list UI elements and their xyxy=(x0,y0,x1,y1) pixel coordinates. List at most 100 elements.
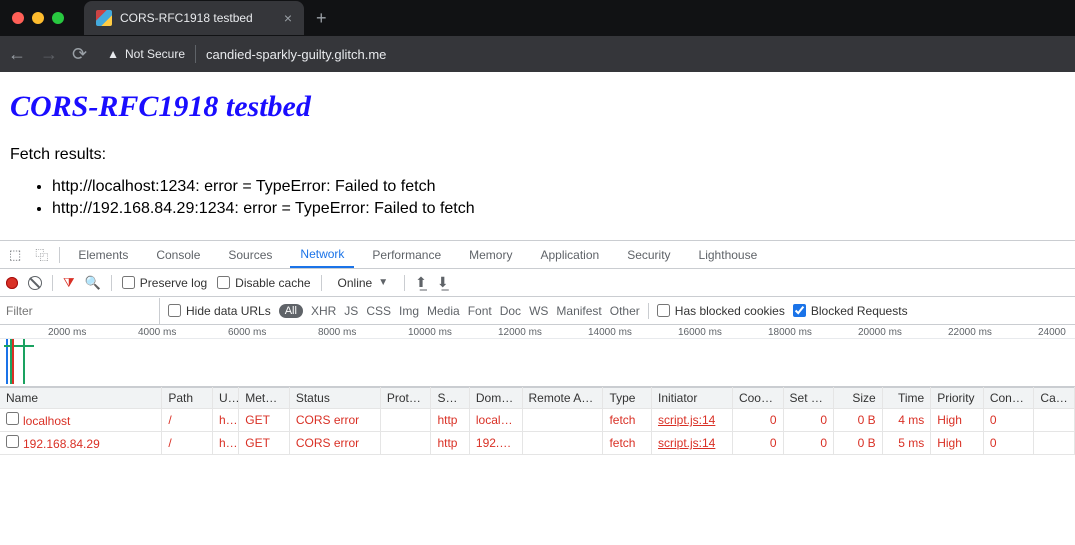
window-controls xyxy=(0,12,76,24)
filter-js[interactable]: JS xyxy=(344,304,358,318)
tab-console[interactable]: Console xyxy=(146,241,210,268)
cell-size: 0 B xyxy=(834,432,883,455)
results-list: http://localhost:1234: error = TypeError… xyxy=(10,178,1065,218)
col-url[interactable]: U… xyxy=(212,388,238,409)
cell-initiator: script.js:14 xyxy=(652,432,733,455)
hide-data-urls-label: Hide data URLs xyxy=(186,304,271,318)
tick: 16000 ms xyxy=(678,327,768,338)
result-item: http://localhost:1234: error = TypeError… xyxy=(52,178,1065,196)
download-har-icon[interactable]: ⬇̲ xyxy=(437,274,449,291)
initiator-link[interactable]: script.js:14 xyxy=(658,436,715,450)
search-icon[interactable]: 🔍 xyxy=(85,275,101,291)
cell-protocol xyxy=(380,409,431,432)
cell-method: GET xyxy=(239,409,290,432)
col-type[interactable]: Type xyxy=(603,388,652,409)
col-remote[interactable]: Remote Ad… xyxy=(522,388,603,409)
reload-button[interactable]: ⟳ xyxy=(72,45,87,63)
disable-cache-label: Disable cache xyxy=(235,276,310,290)
record-button[interactable] xyxy=(6,277,18,289)
tick: 20000 ms xyxy=(858,327,948,338)
minimize-window-button[interactable] xyxy=(32,12,44,24)
url-bar[interactable]: ▲ Not Secure candied-sparkly-guilty.glit… xyxy=(101,45,392,63)
maximize-window-button[interactable] xyxy=(52,12,64,24)
filter-media[interactable]: Media xyxy=(427,304,460,318)
throttling-dropdown[interactable]: Online ▼ xyxy=(332,274,395,292)
col-size[interactable]: Size xyxy=(834,388,883,409)
tick: 6000 ms xyxy=(228,327,318,338)
close-tab-icon[interactable]: × xyxy=(284,10,292,26)
col-time[interactable]: Time xyxy=(882,388,931,409)
cell-priority: High xyxy=(931,432,984,455)
tick: 10000 ms xyxy=(408,327,498,338)
result-item: http://192.168.84.29:1234: error = TypeE… xyxy=(52,200,1065,218)
row-checkbox[interactable] xyxy=(6,412,19,425)
page-content: CORS-RFC1918 testbed Fetch results: http… xyxy=(0,72,1075,240)
filter-xhr[interactable]: XHR xyxy=(311,304,336,318)
tab-network[interactable]: Network xyxy=(290,241,354,268)
filter-ws[interactable]: WS xyxy=(529,304,548,318)
filter-icon[interactable]: ⧩ xyxy=(63,275,75,291)
filter-font[interactable]: Font xyxy=(468,304,492,318)
tab-sources[interactable]: Sources xyxy=(218,241,282,268)
cell-cookies: 0 xyxy=(732,432,783,455)
new-tab-button[interactable]: + xyxy=(304,8,339,29)
row-checkbox[interactable] xyxy=(6,435,19,448)
preserve-log-checkbox[interactable]: Preserve log xyxy=(122,276,207,290)
has-blocked-cookies-checkbox[interactable]: Has blocked cookies xyxy=(657,304,785,318)
col-name[interactable]: Name xyxy=(0,388,162,409)
cell-initiator: script.js:14 xyxy=(652,409,733,432)
devtools-tabs: ⬚ ⿻ Elements Console Sources Network Per… xyxy=(0,241,1075,269)
initiator-link[interactable]: script.js:14 xyxy=(658,413,715,427)
tab-security[interactable]: Security xyxy=(617,241,680,268)
tick: 12000 ms xyxy=(498,327,588,338)
browser-tab[interactable]: CORS-RFC1918 testbed × xyxy=(84,1,304,35)
separator xyxy=(52,275,53,291)
col-cache[interactable]: Cac… xyxy=(1034,388,1075,409)
security-indicator[interactable]: ▲ Not Secure xyxy=(107,47,185,61)
table-row[interactable]: 192.168.84.29/h…GETCORS errorhttp192.…fe… xyxy=(0,432,1075,455)
timeline-load-marker xyxy=(12,339,14,384)
filter-css[interactable]: CSS xyxy=(366,304,391,318)
col-domain[interactable]: Dom… xyxy=(469,388,522,409)
col-method[interactable]: Meth… xyxy=(239,388,290,409)
clear-button[interactable] xyxy=(28,276,42,290)
filter-doc[interactable]: Doc xyxy=(500,304,521,318)
hide-data-urls-checkbox[interactable]: Hide data URLs xyxy=(168,304,271,318)
col-priority[interactable]: Priority xyxy=(931,388,984,409)
preserve-log-label: Preserve log xyxy=(140,276,207,290)
col-setcookies[interactable]: Set C… xyxy=(783,388,834,409)
filter-img[interactable]: Img xyxy=(399,304,419,318)
filter-all[interactable]: All xyxy=(279,304,303,318)
forward-button[interactable]: → xyxy=(40,45,58,63)
upload-har-icon[interactable]: ⬆̲ xyxy=(415,274,427,291)
close-window-button[interactable] xyxy=(12,12,24,24)
inspect-icon[interactable]: ⬚ xyxy=(6,247,24,263)
back-button[interactable]: ← xyxy=(8,45,26,63)
tab-application[interactable]: Application xyxy=(530,241,609,268)
col-conn[interactable]: Conn… xyxy=(983,388,1034,409)
device-toolbar-icon[interactable]: ⿻ xyxy=(32,245,51,264)
filter-input[interactable] xyxy=(0,298,160,324)
tab-lighthouse[interactable]: Lighthouse xyxy=(689,241,768,268)
network-toolbar: ⧩ 🔍 Preserve log Disable cache Online ▼ … xyxy=(0,269,1075,297)
col-path[interactable]: Path xyxy=(162,388,213,409)
col-protocol[interactable]: Proto… xyxy=(380,388,431,409)
tab-memory[interactable]: Memory xyxy=(459,241,522,268)
network-timeline[interactable]: 2000 ms 4000 ms 6000 ms 8000 ms 10000 ms… xyxy=(0,325,1075,387)
cell-setcookies: 0 xyxy=(783,432,834,455)
col-status[interactable]: Status xyxy=(289,388,380,409)
filter-other[interactable]: Other xyxy=(610,304,640,318)
tick: 22000 ms xyxy=(948,327,1038,338)
disable-cache-checkbox[interactable]: Disable cache xyxy=(217,276,310,290)
col-initiator[interactable]: Initiator xyxy=(652,388,733,409)
tab-elements[interactable]: Elements xyxy=(68,241,138,268)
col-cookies[interactable]: Cook… xyxy=(732,388,783,409)
cell-url: h… xyxy=(212,409,238,432)
cell-setcookies: 0 xyxy=(783,409,834,432)
blocked-requests-checkbox[interactable]: Blocked Requests xyxy=(793,304,908,318)
separator xyxy=(195,45,196,63)
col-scheme[interactable]: Sc… xyxy=(431,388,469,409)
tab-performance[interactable]: Performance xyxy=(362,241,451,268)
filter-manifest[interactable]: Manifest xyxy=(556,304,601,318)
table-row[interactable]: localhost/h…GETCORS errorhttplocal…fetch… xyxy=(0,409,1075,432)
